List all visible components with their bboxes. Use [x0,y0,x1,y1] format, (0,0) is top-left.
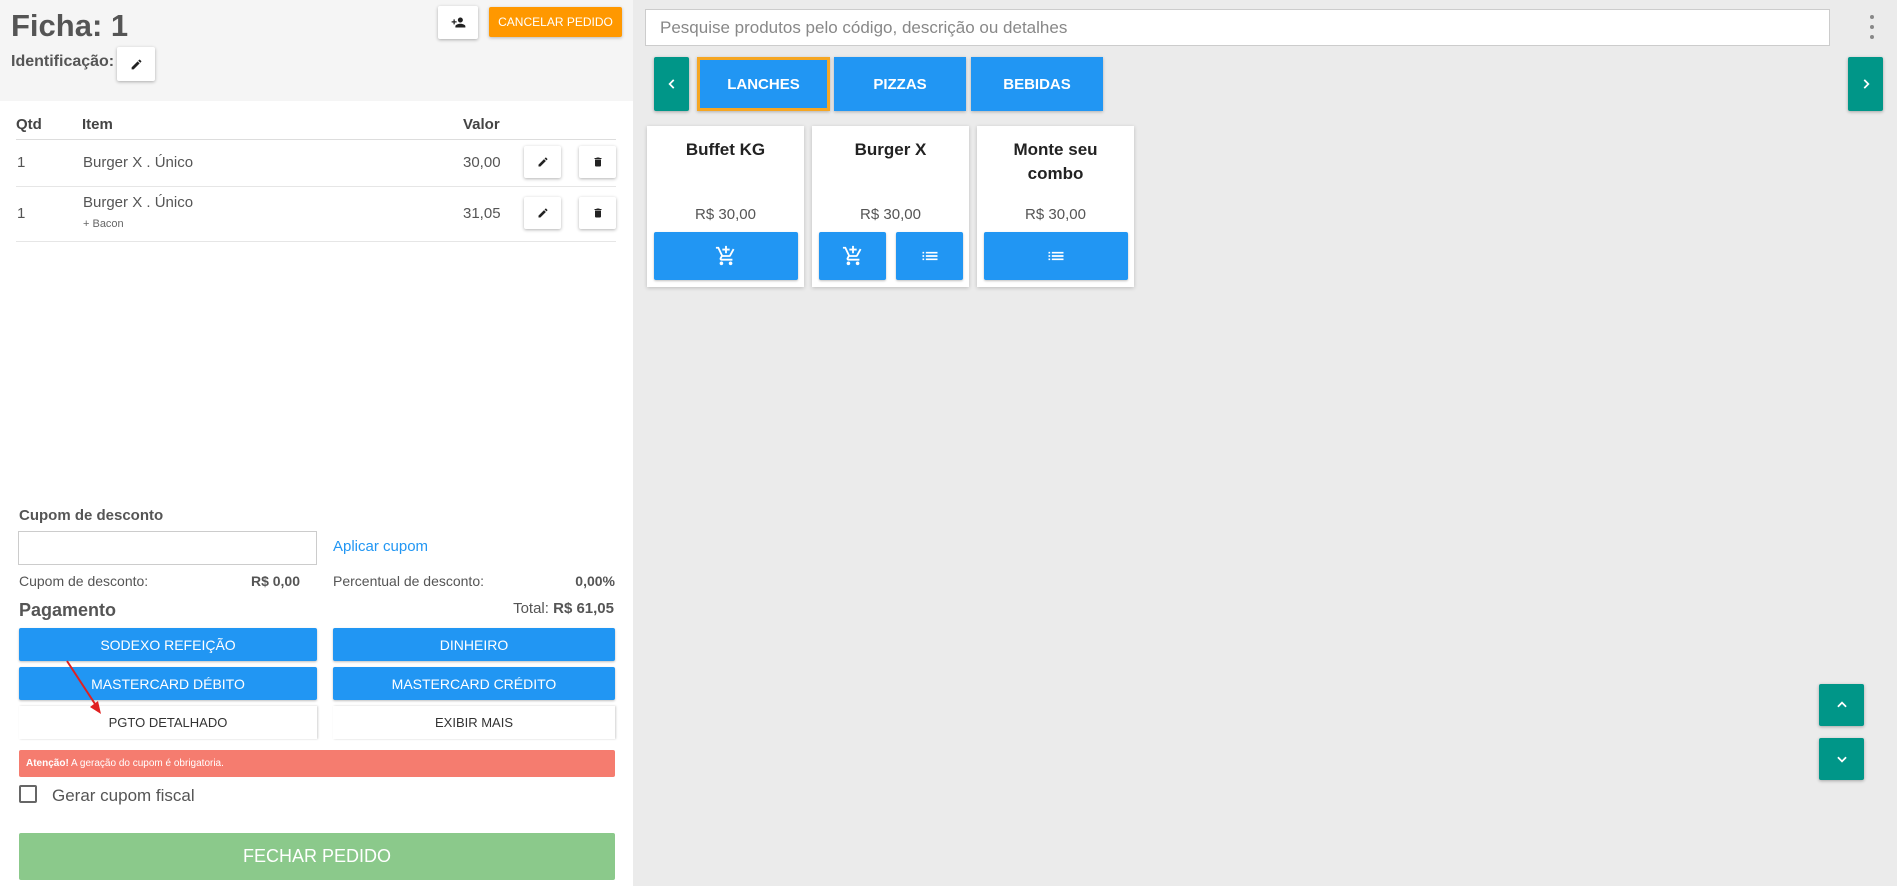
chevron-right-icon [1863,79,1870,89]
product-search-input[interactable] [645,9,1830,46]
coupon-section-label: Cupom de desconto [19,507,164,524]
order-title: Ficha: 1 [11,8,129,43]
category-next-button[interactable] [1848,57,1883,111]
chevron-down-icon [1836,756,1847,763]
add-customer-button[interactable] [438,6,478,39]
product-card: Buffet KG R$ 30,00 [647,126,804,287]
add-to-cart-icon [842,245,861,266]
product-price: R$ 30,00 [860,206,921,223]
column-header-item: Item [82,116,113,133]
pencil-icon [538,157,548,167]
discount-value: R$ 0,00 [250,573,300,589]
product-options-button[interactable] [984,232,1128,280]
item-qty: 1 [17,154,26,171]
pay-sodexo-button[interactable]: SODEXO REFEIÇÃO [19,628,317,661]
pencil-icon [131,59,141,69]
fiscal-receipt-checkbox[interactable] [19,785,37,803]
product-price: R$ 30,00 [1025,206,1086,223]
category-tab-bebidas[interactable]: BEBIDAS [971,57,1103,111]
warning-alert: Atenção! A geração do cupom é obrigatori… [19,750,615,777]
item-value: 31,05 [463,205,501,222]
list-icon [922,251,937,261]
edit-item-button[interactable] [524,197,561,229]
scroll-down-button[interactable] [1819,738,1864,780]
delete-item-button[interactable] [579,146,616,178]
delete-item-button[interactable] [579,197,616,229]
close-order-button[interactable]: FECHAR PEDIDO [19,833,615,880]
product-price: R$ 30,00 [695,206,756,223]
list-icon [1048,251,1064,261]
table-row: 1 Burger X . Único 30,00 [16,140,616,187]
category-prev-button[interactable] [654,57,689,111]
total-value: R$ 61,05 [553,600,614,617]
discount-label: Cupom de desconto: [19,573,149,589]
pencil-icon [538,208,548,218]
warning-title: Atenção! [26,758,69,769]
table-header: Qtd Item Valor [16,112,616,140]
apply-coupon-link[interactable]: Aplicar cupom [333,538,428,555]
chevron-left-icon [667,79,674,89]
show-more-payments-button[interactable]: EXIBIR MAIS [333,706,615,739]
order-panel: Ficha: 1 Identificação: CANCELAR PEDIDO … [0,0,633,886]
product-name: Burger X [854,140,927,159]
order-items-table: Qtd Item Valor 1 Burger X . Único 30,00 … [16,112,616,242]
warning-text: A geração do cupom é obrigatoria. [68,758,224,769]
product-name: Buffet KG [685,140,766,159]
person-add-icon [451,17,465,28]
trash-icon [594,157,601,167]
product-card: Monte seu combo R$ 30,00 [977,126,1134,287]
pay-mastercard-debit-button[interactable]: MASTERCARD DÉBITO [19,667,317,700]
add-to-cart-icon [715,245,735,266]
item-name: Burger X . Único [83,194,194,211]
edit-identification-button[interactable] [117,47,155,81]
fiscal-receipt-label: Gerar cupom fiscal [52,786,195,805]
add-to-cart-button[interactable] [819,232,886,280]
total-label: Total: [513,600,549,617]
pay-mastercard-credit-button[interactable]: MASTERCARD CRÉDITO [333,667,615,700]
identification-label: Identificação: [11,53,115,70]
category-tab-pizzas[interactable]: PIZZAS [834,57,966,111]
order-total: Total: R$ 61,05 [513,600,614,617]
more-options-icon[interactable] [1866,15,1878,39]
product-card: Burger X R$ 30,00 [812,126,969,287]
edit-item-button[interactable] [524,146,561,178]
discount-percent-label: Percentual de desconto: [333,573,484,589]
product-name: Monte seu combo [1013,140,1098,183]
payment-section-label: Pagamento [19,600,117,620]
scroll-up-button[interactable] [1819,684,1864,726]
item-addon: + Bacon [83,218,124,230]
column-header-qty: Qtd [16,116,42,133]
trash-icon [594,208,601,218]
category-tab-lanches[interactable]: LANCHES [697,57,830,111]
item-qty: 1 [17,205,26,222]
item-name: Burger X . Único [83,154,194,171]
item-value: 30,00 [463,154,501,171]
cancel-order-button[interactable]: CANCELAR PEDIDO [489,7,622,37]
detailed-payment-button[interactable]: PGTO DETALHADO [19,706,317,739]
column-header-value: Valor [463,116,500,133]
table-row: 1 Burger X . Único + Bacon 31,05 [16,187,616,242]
discount-percent-value: 0,00% [575,573,615,589]
add-to-cart-button[interactable] [654,232,798,280]
coupon-input[interactable] [18,531,317,565]
chevron-up-icon [1836,701,1847,708]
pay-cash-button[interactable]: DINHEIRO [333,628,615,661]
product-options-button[interactable] [896,232,963,280]
order-header: Ficha: 1 Identificação: CANCELAR PEDIDO [0,0,633,101]
